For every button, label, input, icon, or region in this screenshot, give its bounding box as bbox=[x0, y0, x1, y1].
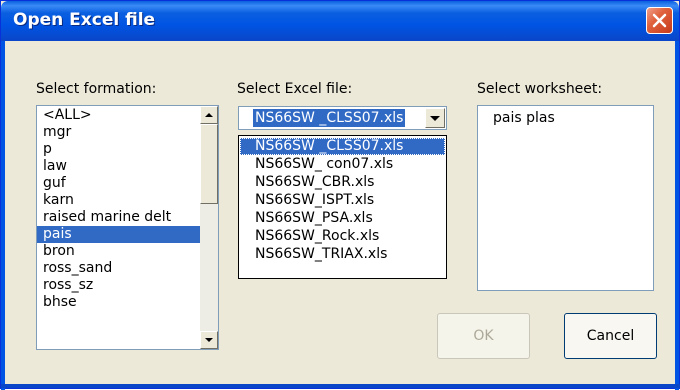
cancel-button[interactable]: Cancel bbox=[564, 313, 657, 359]
chevron-down-icon bbox=[430, 116, 440, 121]
down-arrow-icon bbox=[205, 338, 213, 342]
formation-item[interactable]: bron bbox=[37, 243, 201, 260]
window-frame-bottom bbox=[1, 384, 680, 388]
scroll-up-button[interactable] bbox=[200, 106, 218, 124]
up-arrow-icon bbox=[205, 113, 213, 117]
formation-item[interactable]: law bbox=[37, 158, 201, 175]
formation-item[interactable]: p bbox=[37, 141, 201, 158]
formation-item[interactable]: karn bbox=[37, 192, 201, 209]
excel-file-option[interactable]: NS66SW_CBR.xls bbox=[240, 174, 445, 191]
formation-label: Select formation: bbox=[36, 81, 157, 97]
scroll-down-button[interactable] bbox=[200, 331, 218, 349]
formation-item[interactable]: bhse bbox=[37, 294, 201, 311]
dialog-title: Open Excel file bbox=[13, 10, 156, 30]
formation-item[interactable]: raised marine delt bbox=[37, 209, 201, 226]
formation-item-selected[interactable]: pais bbox=[37, 226, 201, 243]
excel-file-option[interactable]: NS66SW_ con07.xls bbox=[240, 156, 445, 173]
excel-file-option[interactable]: NS66SW_ISPT.xls bbox=[240, 192, 445, 209]
worksheet-item[interactable]: pais plas bbox=[478, 110, 653, 127]
excel-file-option-selected[interactable]: NS66SW _CLSS07.xls bbox=[240, 138, 445, 155]
ok-button[interactable]: OK bbox=[437, 313, 530, 359]
formation-item[interactable]: ross_sand bbox=[37, 260, 201, 277]
formation-listbox[interactable]: <ALL> mgr p law guf karn raised marine d… bbox=[36, 105, 219, 350]
worksheet-label: Select worksheet: bbox=[477, 81, 603, 97]
excel-file-dropdown[interactable]: NS66SW _CLSS07.xls NS66SW_ con07.xls NS6… bbox=[238, 135, 447, 279]
excel-file-selected: NS66SW _CLSS07.xls bbox=[253, 109, 406, 127]
combo-dropdown-button[interactable] bbox=[425, 108, 445, 128]
formation-item[interactable]: mgr bbox=[37, 124, 201, 141]
worksheet-listbox[interactable]: pais plas bbox=[477, 105, 654, 291]
excel-file-option[interactable]: NS66SW_Rock.xls bbox=[240, 228, 445, 245]
window-frame-left bbox=[1, 41, 5, 390]
formation-item[interactable]: guf bbox=[37, 175, 201, 192]
excel-file-option[interactable]: NS66SW_TRIAX.xls bbox=[240, 246, 445, 263]
open-excel-dialog: Open Excel file Select formation: <ALL> … bbox=[0, 0, 680, 390]
close-button[interactable] bbox=[646, 7, 673, 34]
close-icon bbox=[652, 13, 667, 28]
formation-item[interactable]: <ALL> bbox=[37, 107, 201, 124]
window-frame-right bbox=[675, 41, 679, 390]
excel-file-option[interactable]: NS66SW_PSA.xls bbox=[240, 210, 445, 227]
formation-scrollbar[interactable] bbox=[200, 106, 218, 349]
scroll-thumb[interactable] bbox=[200, 124, 218, 204]
title-bar[interactable]: Open Excel file bbox=[1, 1, 679, 41]
excel-file-combo[interactable]: NS66SW _CLSS07.xls bbox=[238, 106, 447, 130]
excel-file-label: Select Excel file: bbox=[237, 81, 353, 97]
formation-item[interactable]: ross_sz bbox=[37, 277, 201, 294]
